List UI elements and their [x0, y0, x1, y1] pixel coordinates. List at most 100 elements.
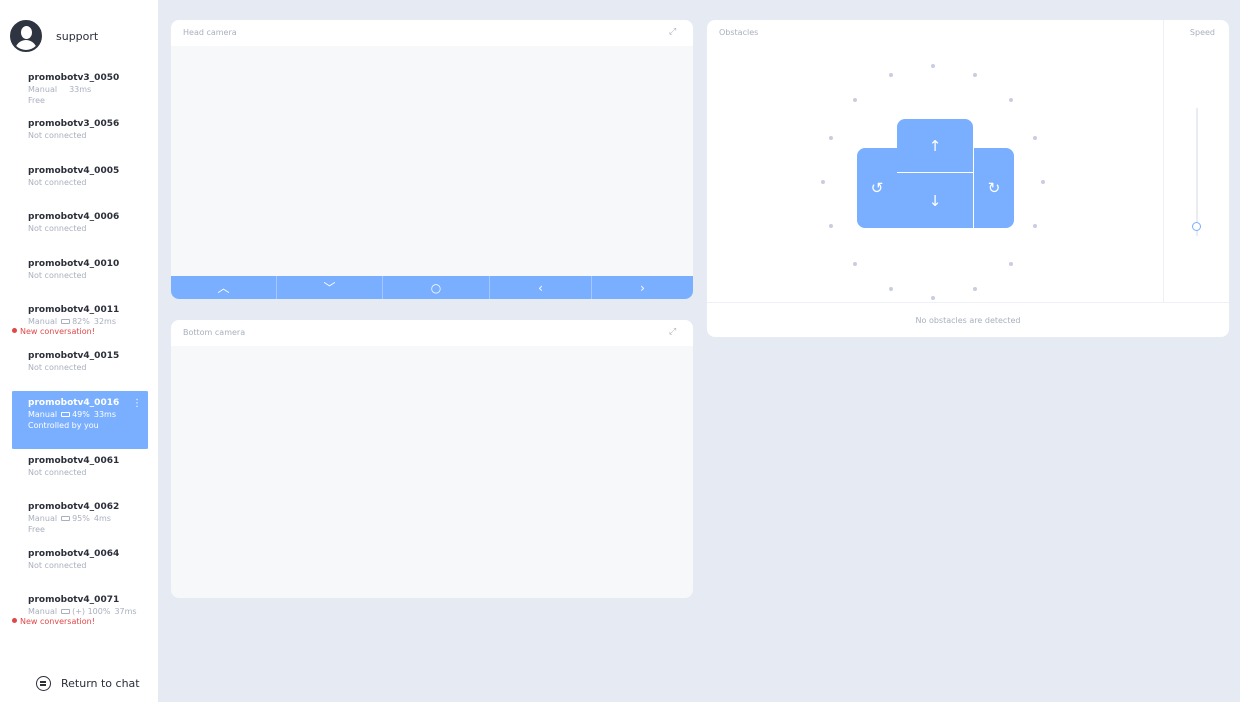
robot-alert: New conversation! [12, 327, 148, 337]
robot-mode: Manual [28, 514, 58, 524]
tilt-up-button[interactable]: ︿ [171, 276, 277, 299]
robot-telemetry: Manual (+) 100% 37ms [28, 606, 148, 617]
arrow-down-icon: ↓ [928, 191, 942, 210]
obstacle-sensor-dot [1032, 135, 1037, 140]
robot-state: Not connected [28, 363, 87, 373]
tilt-down-button[interactable]: ﹀ [277, 276, 383, 299]
robot-list-item[interactable]: promobotv4_0064 Not connected [12, 542, 148, 588]
robot-list-item[interactable]: promobotv4_0071 Manual (+) 100% 37ms New con… [12, 588, 148, 634]
rotate-left-button[interactable]: ↺ [857, 148, 897, 228]
robot-state: Free [28, 525, 45, 535]
more-options-icon[interactable]: ⋮ [132, 398, 142, 409]
robot-list-item[interactable]: promobotv4_0015 Not connected [12, 344, 148, 390]
battery-icon [61, 411, 71, 417]
obstacle-sensor-dot [1041, 180, 1045, 184]
robot-mode: Manual [28, 606, 58, 616]
speed-slider-handle[interactable] [1192, 221, 1201, 231]
speed-title: Speed [1189, 28, 1215, 37]
divider [1163, 20, 1164, 302]
robot-name: promobotv4_0062 [28, 502, 120, 513]
robot-list-item[interactable]: promobotv4_0011 Manual 82% 32ms New conversa… [12, 298, 148, 344]
head-camera-header [171, 20, 693, 46]
backward-button[interactable]: ↓ [897, 173, 973, 228]
obstacle-sensor-dot [973, 72, 978, 77]
obstacle-sensor-dot [931, 296, 935, 300]
arrow-up-icon: ↑ [928, 136, 942, 155]
robot-telemetry: Manual 82% 32ms [28, 316, 148, 327]
return-to-chat-label: Return to chat [61, 677, 140, 690]
robot-list-item[interactable]: promobotv4_0061 Not connected [12, 449, 148, 495]
robot-mode: Manual [28, 409, 58, 419]
chat-icon [36, 676, 51, 691]
robot-name: promobotv4_0064 [28, 548, 120, 559]
robot-alert-text: New conversation! [20, 326, 95, 336]
robot-list-item[interactable]: promobotv4_0010 Not connected [12, 252, 148, 298]
alert-dot-icon [12, 327, 17, 333]
robot-name: promobotv4_0005 [28, 165, 120, 176]
sidebar: support promobotv3_0050 Manual 33ms Free pro… [0, 0, 158, 702]
user-profile[interactable]: support [10, 20, 98, 52]
robot-name: promobotv4_0016 [28, 397, 120, 408]
pan-left-icon: ‹ [538, 280, 543, 295]
obstacles-panel: Obstacles Speed ↺ ↻ ↑ ↓ No obstacles are… [707, 20, 1229, 337]
return-to-chat-button[interactable]: Return to chat [36, 676, 140, 691]
robot-list-item[interactable]: promobotv4_0016 Manual 49% 33ms Controlled b… [12, 390, 148, 449]
robot-state: Controlled by you [28, 420, 99, 430]
robot-alert-text: New conversation! [20, 616, 95, 626]
rotate-right-button[interactable]: ↻ [974, 148, 1014, 228]
obstacle-sensor-dot [829, 135, 834, 140]
robot-list-item[interactable]: promobotv3_0050 Manual 33ms Free [12, 66, 148, 112]
obstacle-sensor-dot [888, 287, 893, 292]
robot-state: Not connected [28, 177, 87, 187]
robot-ping: 33ms [69, 85, 92, 94]
head-camera-title: Head camera [183, 28, 237, 37]
robot-battery: (+) 100% [72, 606, 111, 616]
robot-name: promobotv4_0010 [28, 258, 120, 269]
obstacle-sensor-dot [973, 287, 978, 292]
robot-state: Not connected [28, 467, 87, 477]
robot-state: Not connected [28, 224, 87, 234]
bottom-camera-header [171, 320, 693, 346]
tilt-down-icon: ﹀ [323, 281, 336, 295]
robot-mode: Manual [28, 316, 58, 326]
expand-icon[interactable]: ⤢ [669, 327, 679, 337]
obstacle-sensor-dot [821, 180, 825, 184]
robot-state: Not connected [28, 270, 87, 280]
robot-name: promobotv3_0056 [28, 119, 120, 130]
pan-right-icon: › [640, 280, 645, 295]
center-button[interactable]: ○ [383, 276, 490, 299]
battery-icon [61, 516, 71, 522]
obstacle-sensor-dot [853, 97, 858, 102]
obstacle-sensor-dot [829, 224, 834, 229]
robot-list-item[interactable]: promobotv4_0006 Not connected [12, 205, 148, 251]
robot-telemetry: Manual 49% 33ms [28, 409, 148, 420]
robot-name: promobotv4_0015 [28, 351, 120, 362]
robot-name: promobotv4_0071 [28, 594, 120, 605]
rotate-left-icon: ↺ [870, 179, 884, 197]
head-camera-panel: Head camera ⤢ ︿ ﹀ ○ ‹ › [171, 20, 693, 299]
bottom-camera-title: Bottom camera [183, 328, 246, 337]
obstacle-sensor-dot [1008, 97, 1013, 102]
robot-mode: Manual [28, 85, 58, 94]
forward-button[interactable]: ↑ [897, 119, 973, 172]
robot-battery: 49% [72, 409, 90, 419]
robot-list-item[interactable]: promobotv4_0062 Manual 95% 4ms Free [12, 495, 148, 541]
expand-icon[interactable]: ⤢ [669, 27, 679, 37]
divider [707, 302, 1229, 303]
obstacle-sensor-dot [1008, 262, 1013, 267]
robot-name: promobotv4_0006 [28, 212, 120, 223]
pan-left-button[interactable]: ‹ [490, 276, 592, 299]
bottom-camera-panel: Bottom camera ⤢ [171, 320, 693, 598]
rotate-right-icon: ↻ [987, 179, 1001, 197]
robot-battery: 95% [72, 514, 90, 524]
robot-list: promobotv3_0050 Manual 33ms Free promobotv3_… [12, 66, 148, 668]
battery-icon [61, 608, 71, 614]
pan-right-button[interactable]: › [592, 276, 693, 299]
speed-slider-track[interactable] [1196, 108, 1198, 236]
robot-ping: 4ms [93, 514, 111, 524]
obstacle-sensor-dot [931, 64, 935, 68]
robot-alert: New conversation! [12, 617, 148, 627]
robot-list-item[interactable]: promobotv3_0056 Not connected [12, 112, 148, 158]
robot-list-item[interactable]: promobotv4_0005 Not connected [12, 159, 148, 205]
robot-state: Not connected [28, 560, 87, 570]
